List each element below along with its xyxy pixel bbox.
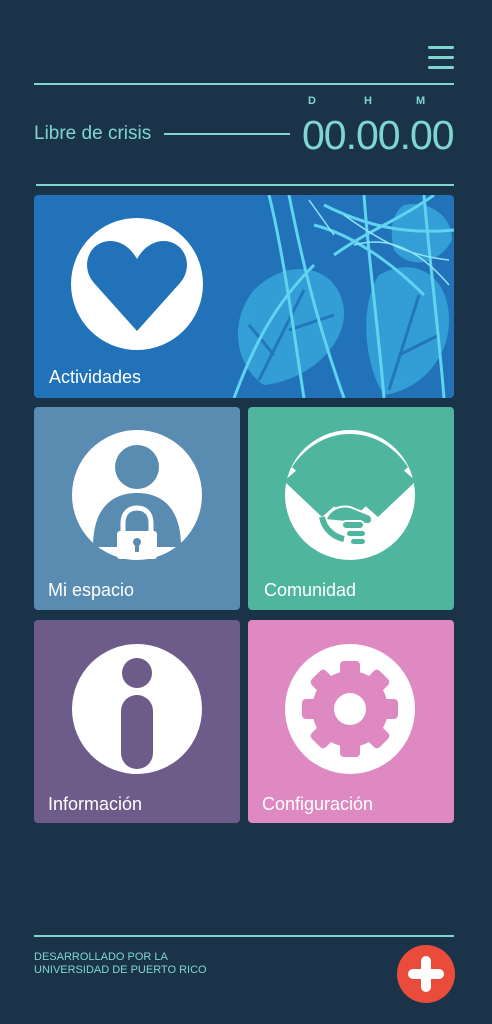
tile-configuracion-label: Configuración (262, 794, 374, 814)
developer-credit-line-2: UNIVERSIDAD DE PUERTO RICO (34, 964, 207, 976)
developer-credit: DESARROLLADO POR LA UNIVERSIDAD DE PUERT… (34, 951, 207, 977)
tile-informacion-label: Información (48, 794, 143, 814)
heart-icon (71, 218, 203, 350)
tile-mi-espacio-label: Mi espacio (48, 580, 135, 600)
tile-comunidad-label: Comunidad (264, 580, 357, 600)
developer-credit-line-1: DESARROLLADO POR LA (34, 951, 168, 963)
minutes-unit-label: M (416, 95, 426, 107)
add-button[interactable] (397, 945, 455, 1003)
counter-divider (36, 184, 454, 186)
crisis-free-counter: 00.00.00 (302, 112, 455, 158)
header-divider (34, 83, 454, 85)
person-lock-icon (72, 430, 202, 560)
footer-divider (34, 935, 454, 937)
tile-configuracion[interactable]: Configuración (248, 620, 454, 823)
menu-button[interactable] (428, 45, 456, 71)
crisis-free-label: Libre de crisis (34, 123, 152, 144)
hamburger-menu-icon-bottom (428, 66, 454, 69)
tile-mi-espacio[interactable]: Mi espacio (34, 407, 240, 610)
hamburger-menu-icon-middle (428, 56, 454, 59)
tile-actividades[interactable]: Actividades (34, 195, 454, 398)
tile-actividades-label: Actividades (49, 367, 142, 387)
hamburger-menu-icon (428, 46, 454, 49)
counter-connector-line (164, 133, 290, 135)
info-icon (72, 644, 202, 774)
gear-icon (285, 644, 415, 774)
tile-informacion[interactable]: Información (34, 620, 240, 823)
leaf-pattern-decoration (232, 195, 454, 398)
plus-icon (408, 956, 444, 992)
handshake-icon (284, 430, 416, 560)
tile-comunidad[interactable]: Comunidad (248, 407, 454, 610)
hours-unit-label: H (364, 95, 372, 107)
days-unit-label: D (308, 95, 316, 107)
